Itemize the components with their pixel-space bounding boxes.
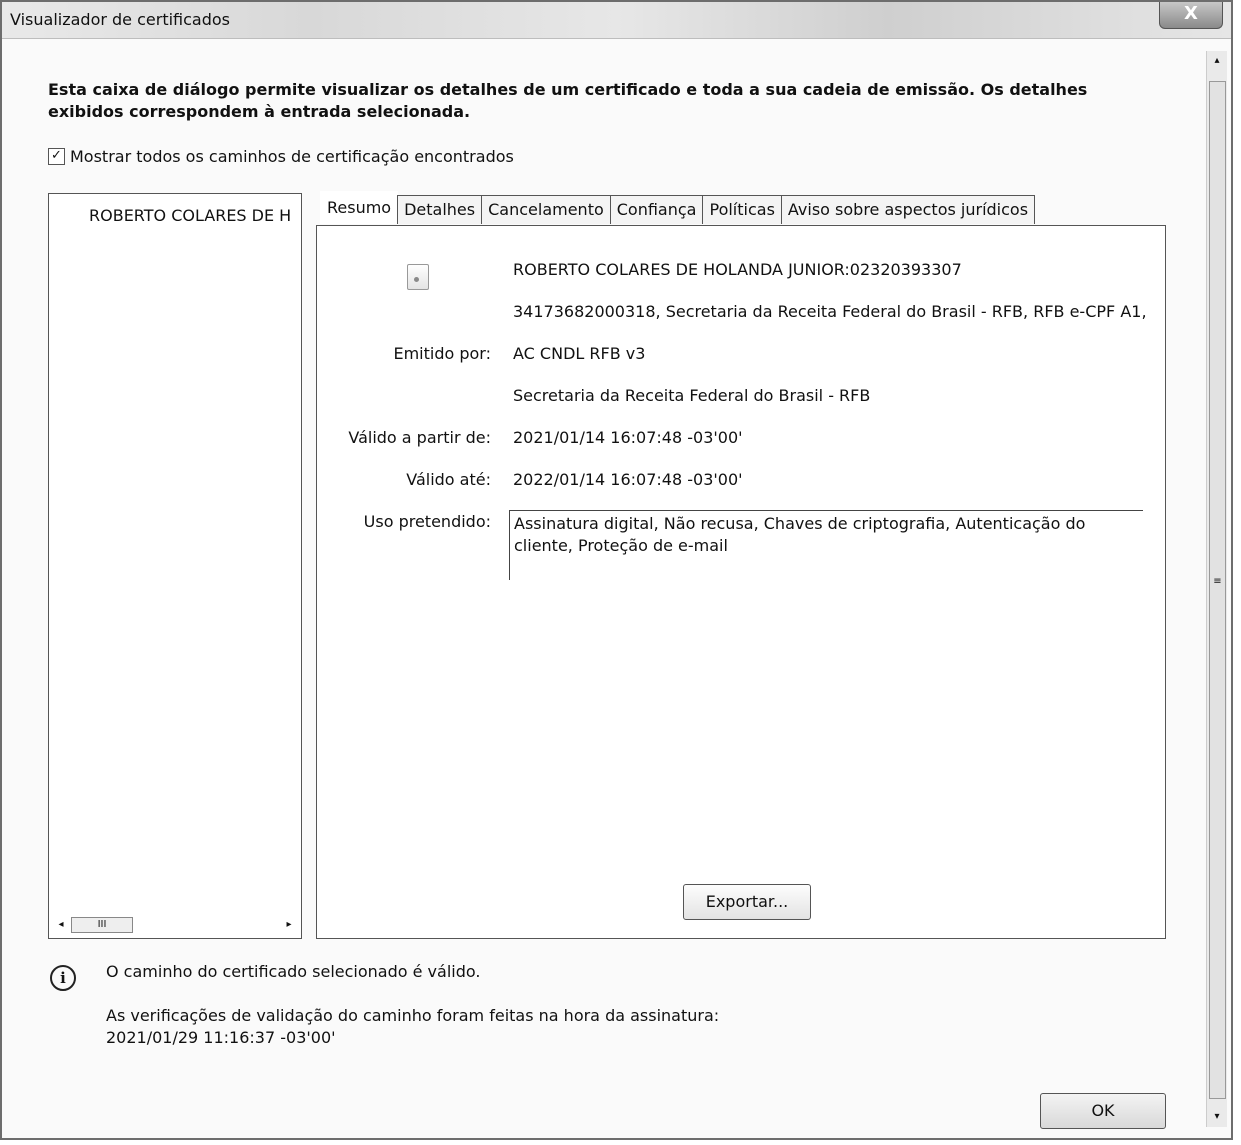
scroll-thumb[interactable]: III xyxy=(71,917,133,933)
validation-timestamp: 2021/01/29 11:16:37 -03'00' xyxy=(106,1028,336,1047)
show-all-paths-checkbox[interactable]: ✓ xyxy=(48,148,65,165)
info-icon: i xyxy=(50,965,76,991)
issued-by-org: Secretaria da Receita Federal do Brasil … xyxy=(513,386,871,405)
scroll-right-icon[interactable]: ▸ xyxy=(281,916,297,934)
intended-use-label: Uso pretendido: xyxy=(363,512,491,531)
show-all-paths-row[interactable]: ✓ Mostrar todos os caminhos de certifica… xyxy=(48,147,514,166)
tab-politicas[interactable]: Políticas xyxy=(702,195,782,224)
scroll-down-icon[interactable]: ▾ xyxy=(1207,1107,1227,1127)
ok-button[interactable]: OK xyxy=(1040,1093,1166,1129)
certificate-icon xyxy=(407,264,429,290)
dialog-description: Esta caixa de diálogo permite visualizar… xyxy=(48,80,1088,121)
export-button[interactable]: Exportar... xyxy=(683,884,811,920)
vertical-scrollbar[interactable]: ▴ ≡ ▾ xyxy=(1206,51,1227,1127)
show-all-paths-label[interactable]: Mostrar todos os caminhos de certificaçã… xyxy=(70,147,514,166)
summary-panel: ROBERTO COLARES DE HOLANDA JUNIOR:023203… xyxy=(316,225,1166,939)
subject-name: ROBERTO COLARES DE HOLANDA JUNIOR:023203… xyxy=(513,260,962,279)
tab-aviso-juridico[interactable]: Aviso sobre aspectos jurídicos xyxy=(780,195,1036,224)
tab-confianca[interactable]: Confiança xyxy=(609,195,704,224)
tree-item-certificate[interactable]: ROBERTO COLARES DE H xyxy=(89,206,301,225)
tab-detalhes[interactable]: Detalhes xyxy=(397,195,483,224)
valid-from-label: Válido a partir de: xyxy=(348,428,491,447)
tree-horizontal-scrollbar[interactable]: ◂ III ▸ xyxy=(53,916,297,934)
valid-to-value: 2022/01/14 16:07:48 -03'00' xyxy=(513,470,743,489)
window-title: Visualizador de certificados xyxy=(10,10,231,29)
scroll-left-icon[interactable]: ◂ xyxy=(53,916,69,934)
valid-from-value: 2021/01/14 16:07:48 -03'00' xyxy=(513,428,743,447)
certificate-tree: ROBERTO COLARES DE H ◂ III ▸ xyxy=(48,193,302,939)
subject-details: 34173682000318, Secretaria da Receita Fe… xyxy=(513,302,1147,321)
tab-cancelamento[interactable]: Cancelamento xyxy=(481,195,611,224)
intended-use-field[interactable]: Assinatura digital, Não recusa, Chaves d… xyxy=(509,510,1143,580)
close-button[interactable]: X xyxy=(1159,2,1223,29)
tab-bar: Resumo Detalhes Cancelamento Confiança P… xyxy=(320,191,1036,224)
dialog-content: Esta caixa de diálogo permite visualizar… xyxy=(2,39,1231,1138)
path-valid-message: O caminho do certificado selecionado é v… xyxy=(106,962,481,981)
certificate-viewer-window: Visualizador de certificados X Esta caix… xyxy=(0,0,1233,1140)
tab-resumo[interactable]: Resumo xyxy=(320,191,399,224)
valid-to-label: Válido até: xyxy=(406,470,491,489)
scroll-grip-icon[interactable]: ≡ xyxy=(1209,81,1226,1099)
issued-by-label: Emitido por: xyxy=(393,344,491,363)
scroll-up-icon[interactable]: ▴ xyxy=(1207,51,1227,71)
title-bar[interactable]: Visualizador de certificados X xyxy=(2,2,1231,39)
issued-by-value: AC CNDL RFB v3 xyxy=(513,344,646,363)
validation-time-message: As verificações de validação do caminho … xyxy=(106,1005,719,1049)
validation-note: As verificações de validação do caminho … xyxy=(106,1006,720,1025)
